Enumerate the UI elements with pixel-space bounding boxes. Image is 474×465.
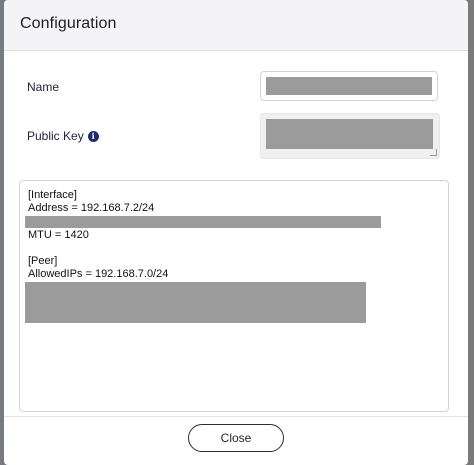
redacted-private-key-line	[25, 216, 381, 228]
configuration-text-area[interactable]: [Interface] Address = 192.168.7.2/24 MTU…	[19, 180, 449, 412]
name-label: Name	[27, 80, 60, 94]
config-line-mtu: MTU = 1420	[28, 229, 89, 241]
redacted-peer-details	[25, 282, 366, 323]
footer-divider	[4, 416, 468, 417]
configuration-modal: Configuration Name Public Key i [Interfa…	[4, 0, 468, 465]
redacted-name-value	[266, 77, 432, 95]
name-field[interactable]	[260, 71, 438, 101]
public-key-label-row: Public Key i	[27, 129, 99, 143]
resize-grip-icon[interactable]	[430, 149, 437, 156]
redacted-public-key-value	[266, 119, 433, 149]
public-key-field[interactable]	[260, 113, 440, 159]
info-icon[interactable]: i	[87, 130, 99, 142]
public-key-label: Public Key	[27, 129, 84, 143]
config-line-interface: [Interface]	[28, 189, 77, 201]
close-button[interactable]: Close	[188, 424, 284, 452]
config-line-allowed-ips: AllowedIPs = 192.168.7.0/24	[28, 268, 169, 280]
config-line-peer: [Peer]	[28, 255, 58, 267]
modal-header: Configuration	[4, 0, 468, 51]
config-line-address: Address = 192.168.7.2/24	[28, 202, 155, 214]
modal-title: Configuration	[20, 15, 117, 32]
